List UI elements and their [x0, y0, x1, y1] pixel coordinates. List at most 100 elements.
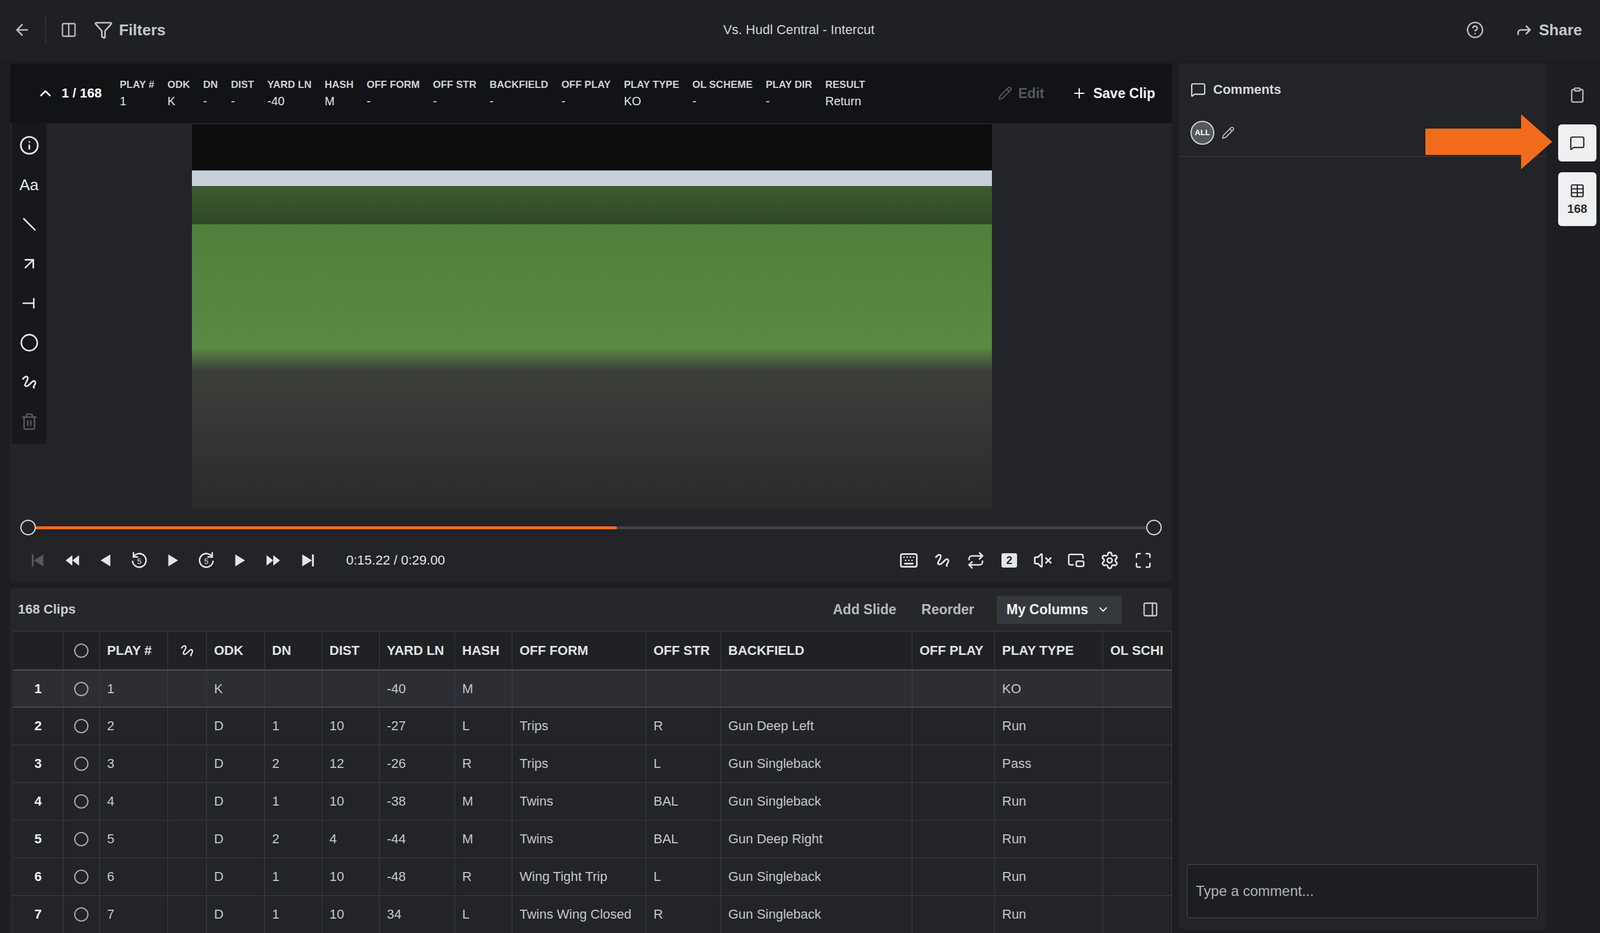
row-index: 4 — [13, 782, 64, 820]
clipboard-rail-button[interactable] — [1558, 76, 1597, 114]
header-cell[interactable]: DN — [264, 631, 323, 670]
drawing-tool[interactable] — [11, 204, 47, 244]
edit-filter-button[interactable] — [1221, 126, 1235, 140]
share-button[interactable]: Share — [1512, 17, 1585, 44]
table-cell: BAL — [646, 820, 722, 858]
to-start-button[interactable] — [28, 549, 50, 572]
table-row[interactable]: 77D11034LTwins Wing ClosedRGun Singlebac… — [13, 895, 1172, 933]
table-row[interactable]: 11K-40MKO — [13, 669, 1172, 708]
header-cell[interactable]: PLAY # — [99, 631, 169, 670]
table-row[interactable]: 44D110-38MTwinsBALGun SinglebackRun — [13, 782, 1172, 821]
drawings-button[interactable] — [931, 549, 954, 572]
trim-end-handle[interactable] — [1146, 519, 1162, 536]
header-cell[interactable]: OL SCHI — [1103, 631, 1172, 670]
back-button[interactable] — [13, 20, 32, 39]
clip-position[interactable]: 1 / 168 — [36, 84, 102, 103]
settings-button[interactable] — [1098, 549, 1121, 572]
layout-button[interactable] — [60, 21, 78, 39]
table-cell: Gun Deep Right — [721, 820, 913, 858]
row-radio[interactable] — [74, 907, 89, 922]
drawing-tool[interactable] — [11, 322, 47, 363]
toolbar-action[interactable]: Add Slide — [830, 597, 899, 622]
drawing-tool[interactable]: Aa — [11, 165, 47, 205]
skip-back-button[interactable]: 5 — [128, 549, 151, 572]
clip-field-value: - — [230, 94, 255, 109]
table-row[interactable]: 22D110-27LTripsRGun Deep LeftRun — [13, 707, 1172, 745]
clip-field-value: K — [167, 94, 191, 109]
panel-toggle[interactable] — [1142, 600, 1159, 618]
all-badge[interactable]: ALL — [1190, 120, 1215, 145]
header-cell[interactable]: ODK — [206, 631, 265, 670]
video-frame[interactable] — [191, 124, 992, 509]
header-cell[interactable]: OFF STR — [646, 631, 722, 670]
skip-forward-button[interactable]: 5 — [195, 549, 218, 572]
table-cell: Wing Tight Trip — [512, 857, 647, 896]
table-row[interactable]: 55D24-44MTwinsBALGun Deep RightRun — [13, 820, 1172, 858]
table-cell: Twins Wing Closed — [512, 895, 647, 933]
row-select[interactable] — [63, 782, 100, 820]
drawing-tool[interactable] — [11, 283, 47, 323]
row-select[interactable] — [63, 895, 100, 933]
header-cell[interactable] — [63, 631, 100, 670]
clips-rail-button[interactable]: 168 — [1558, 172, 1597, 227]
drawing-tool[interactable] — [11, 125, 47, 166]
comments-rail-button[interactable] — [1558, 124, 1597, 162]
header-cell[interactable]: OFF FORM — [512, 631, 647, 670]
row-radio[interactable] — [74, 869, 89, 884]
drawing-tool[interactable] — [11, 362, 47, 402]
row-radio[interactable] — [74, 681, 89, 696]
table-cell: 10 — [322, 895, 380, 933]
table-cell — [646, 670, 722, 707]
main: 1 / 168PLAY #1ODKKDN-DIST-YARD LN-40HASH… — [0, 59, 1600, 933]
row-radio[interactable] — [74, 756, 89, 771]
play-button[interactable] — [162, 549, 184, 572]
table-cell: -44 — [379, 820, 456, 858]
columns-dropdown[interactable]: My Columns — [996, 595, 1122, 624]
row-select[interactable] — [63, 670, 100, 707]
header-cell[interactable]: YARD LN — [379, 631, 456, 670]
header-cell[interactable]: BACKFIELD — [721, 631, 913, 670]
save-clip-button[interactable]: Save Clip — [1071, 85, 1156, 102]
fullscreen-button[interactable] — [1132, 549, 1154, 572]
table-cell: Twins — [512, 820, 647, 858]
row-select[interactable] — [63, 857, 100, 896]
header-cell[interactable]: HASH — [455, 631, 513, 670]
help-button[interactable] — [1466, 20, 1485, 39]
angle-button[interactable]: 2 — [998, 549, 1021, 572]
step-forward-button[interactable] — [228, 549, 251, 572]
info-icon — [19, 135, 40, 156]
mute-button[interactable] — [1031, 549, 1054, 572]
row-radio[interactable] — [74, 718, 89, 734]
comment-icon — [1190, 81, 1206, 98]
keyboard-button[interactable] — [898, 549, 920, 572]
row-radio[interactable] — [74, 794, 89, 809]
row-radio[interactable] — [74, 831, 89, 847]
header-cell[interactable] — [168, 631, 207, 670]
table-row[interactable]: 33D212-26RTripsLGun SinglebackPass — [13, 744, 1172, 783]
drawing-tool[interactable] — [11, 401, 47, 442]
fast-back-button[interactable] — [61, 549, 84, 572]
to-end-button[interactable] — [295, 549, 318, 572]
toolbar-action[interactable]: Reorder — [918, 597, 977, 622]
header-cell[interactable]: OFF PLAY — [912, 631, 995, 670]
header-cell[interactable]: DIST — [322, 631, 380, 670]
row-select[interactable] — [63, 820, 100, 858]
row-select[interactable] — [63, 744, 100, 783]
step-back-button[interactable] — [95, 549, 117, 572]
timeline-track[interactable] — [28, 526, 1154, 530]
filters-button[interactable]: Filters — [91, 16, 169, 44]
trim-start-handle[interactable] — [20, 519, 36, 536]
comment-input[interactable] — [1186, 863, 1538, 918]
drawing-tool[interactable] — [11, 243, 47, 284]
pip-button[interactable] — [1065, 549, 1087, 572]
clip-field: BACKFIELD- — [489, 78, 549, 109]
header-cell[interactable]: PLAY TYPE — [994, 631, 1104, 670]
select-all-radio[interactable] — [74, 643, 89, 658]
row-select[interactable] — [63, 707, 100, 745]
loop-button[interactable] — [965, 549, 987, 572]
clip-field: HASHM — [324, 78, 354, 109]
fast-forward-button[interactable] — [262, 549, 285, 572]
table-cell: D — [206, 707, 265, 745]
table-row[interactable]: 66D110-48RWing Tight TripLGun Singleback… — [13, 857, 1172, 896]
edit-button[interactable]: Edit — [997, 85, 1044, 102]
